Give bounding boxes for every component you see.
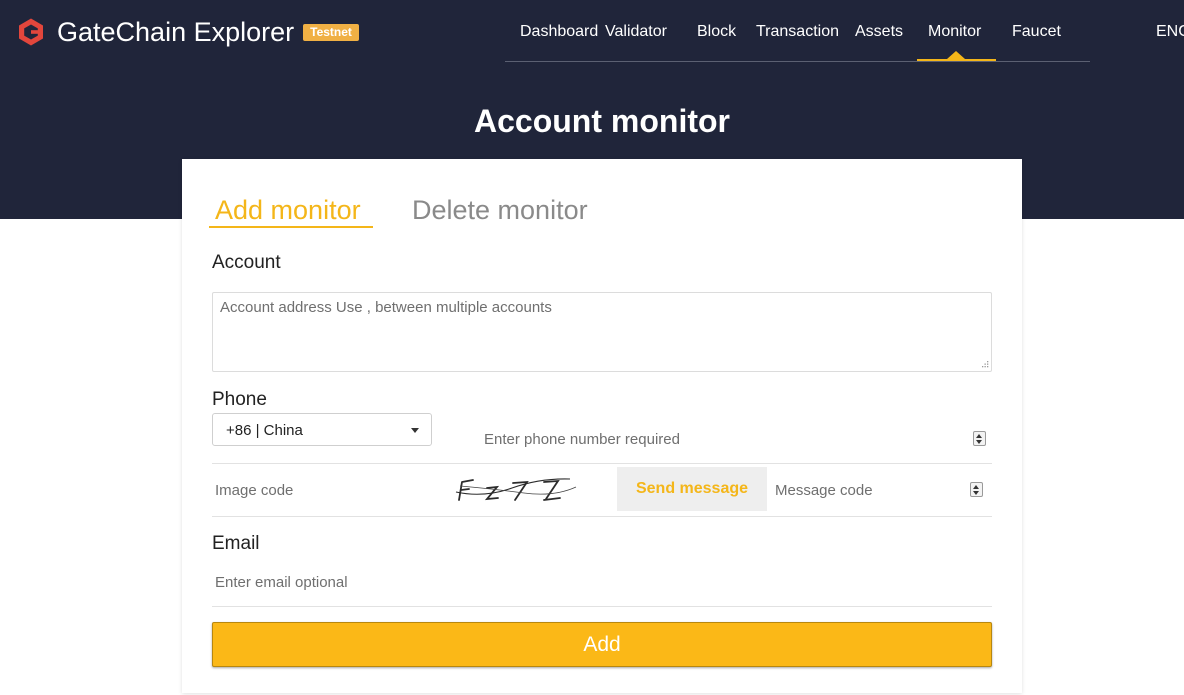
nav-item-block[interactable]: Block xyxy=(697,21,736,43)
nav-item-validator[interactable]: Validator xyxy=(605,21,667,43)
brand[interactable]: GateChain Explorer Testnet xyxy=(16,16,359,48)
resize-grip-icon[interactable] xyxy=(980,360,989,369)
phone-label: Phone xyxy=(212,389,267,410)
add-button[interactable]: Add xyxy=(212,622,992,667)
tab-add-monitor[interactable]: Add monitor xyxy=(215,193,361,227)
language-switcher[interactable]: ENG xyxy=(1156,21,1184,43)
phone-input[interactable] xyxy=(484,428,964,450)
active-tab-underline xyxy=(209,226,373,228)
chevron-down-icon xyxy=(411,428,419,433)
brand-name: GateChain Explorer xyxy=(57,17,295,47)
main-nav: Dashboard Validator Block Transaction As… xyxy=(505,0,1090,62)
send-message-button[interactable]: Send message xyxy=(617,467,767,511)
testnet-badge: Testnet xyxy=(303,23,359,41)
account-label: Account xyxy=(212,252,281,273)
nav-item-faucet[interactable]: Faucet xyxy=(1012,21,1061,43)
message-code-spinner-icon[interactable] xyxy=(970,482,983,497)
captcha-image[interactable] xyxy=(454,475,578,505)
account-field xyxy=(212,292,992,372)
page-title: Account monitor xyxy=(474,103,730,139)
gatechain-logo-icon xyxy=(19,18,43,46)
tab-delete-monitor[interactable]: Delete monitor xyxy=(412,193,588,227)
nav-item-dashboard[interactable]: Dashboard xyxy=(520,21,598,43)
message-code-input[interactable] xyxy=(775,479,955,501)
image-code-input[interactable] xyxy=(215,479,435,501)
divider xyxy=(212,463,992,464)
divider xyxy=(212,606,992,607)
divider xyxy=(212,516,992,517)
monitor-form-card: Add monitor Delete monitor Account Phone… xyxy=(182,159,1022,693)
email-input[interactable] xyxy=(215,571,975,593)
country-code-select[interactable]: +86 | China xyxy=(212,413,432,446)
nav-active-caret-icon xyxy=(947,51,965,59)
phone-spinner-icon[interactable] xyxy=(973,431,986,446)
nav-item-assets[interactable]: Assets xyxy=(855,21,903,43)
email-label: Email xyxy=(212,533,260,554)
nav-active-indicator xyxy=(917,59,996,61)
nav-item-transaction[interactable]: Transaction xyxy=(756,21,839,43)
country-code-value: +86 | China xyxy=(226,422,303,439)
account-textarea[interactable] xyxy=(213,293,991,371)
nav-item-monitor[interactable]: Monitor xyxy=(928,21,981,43)
